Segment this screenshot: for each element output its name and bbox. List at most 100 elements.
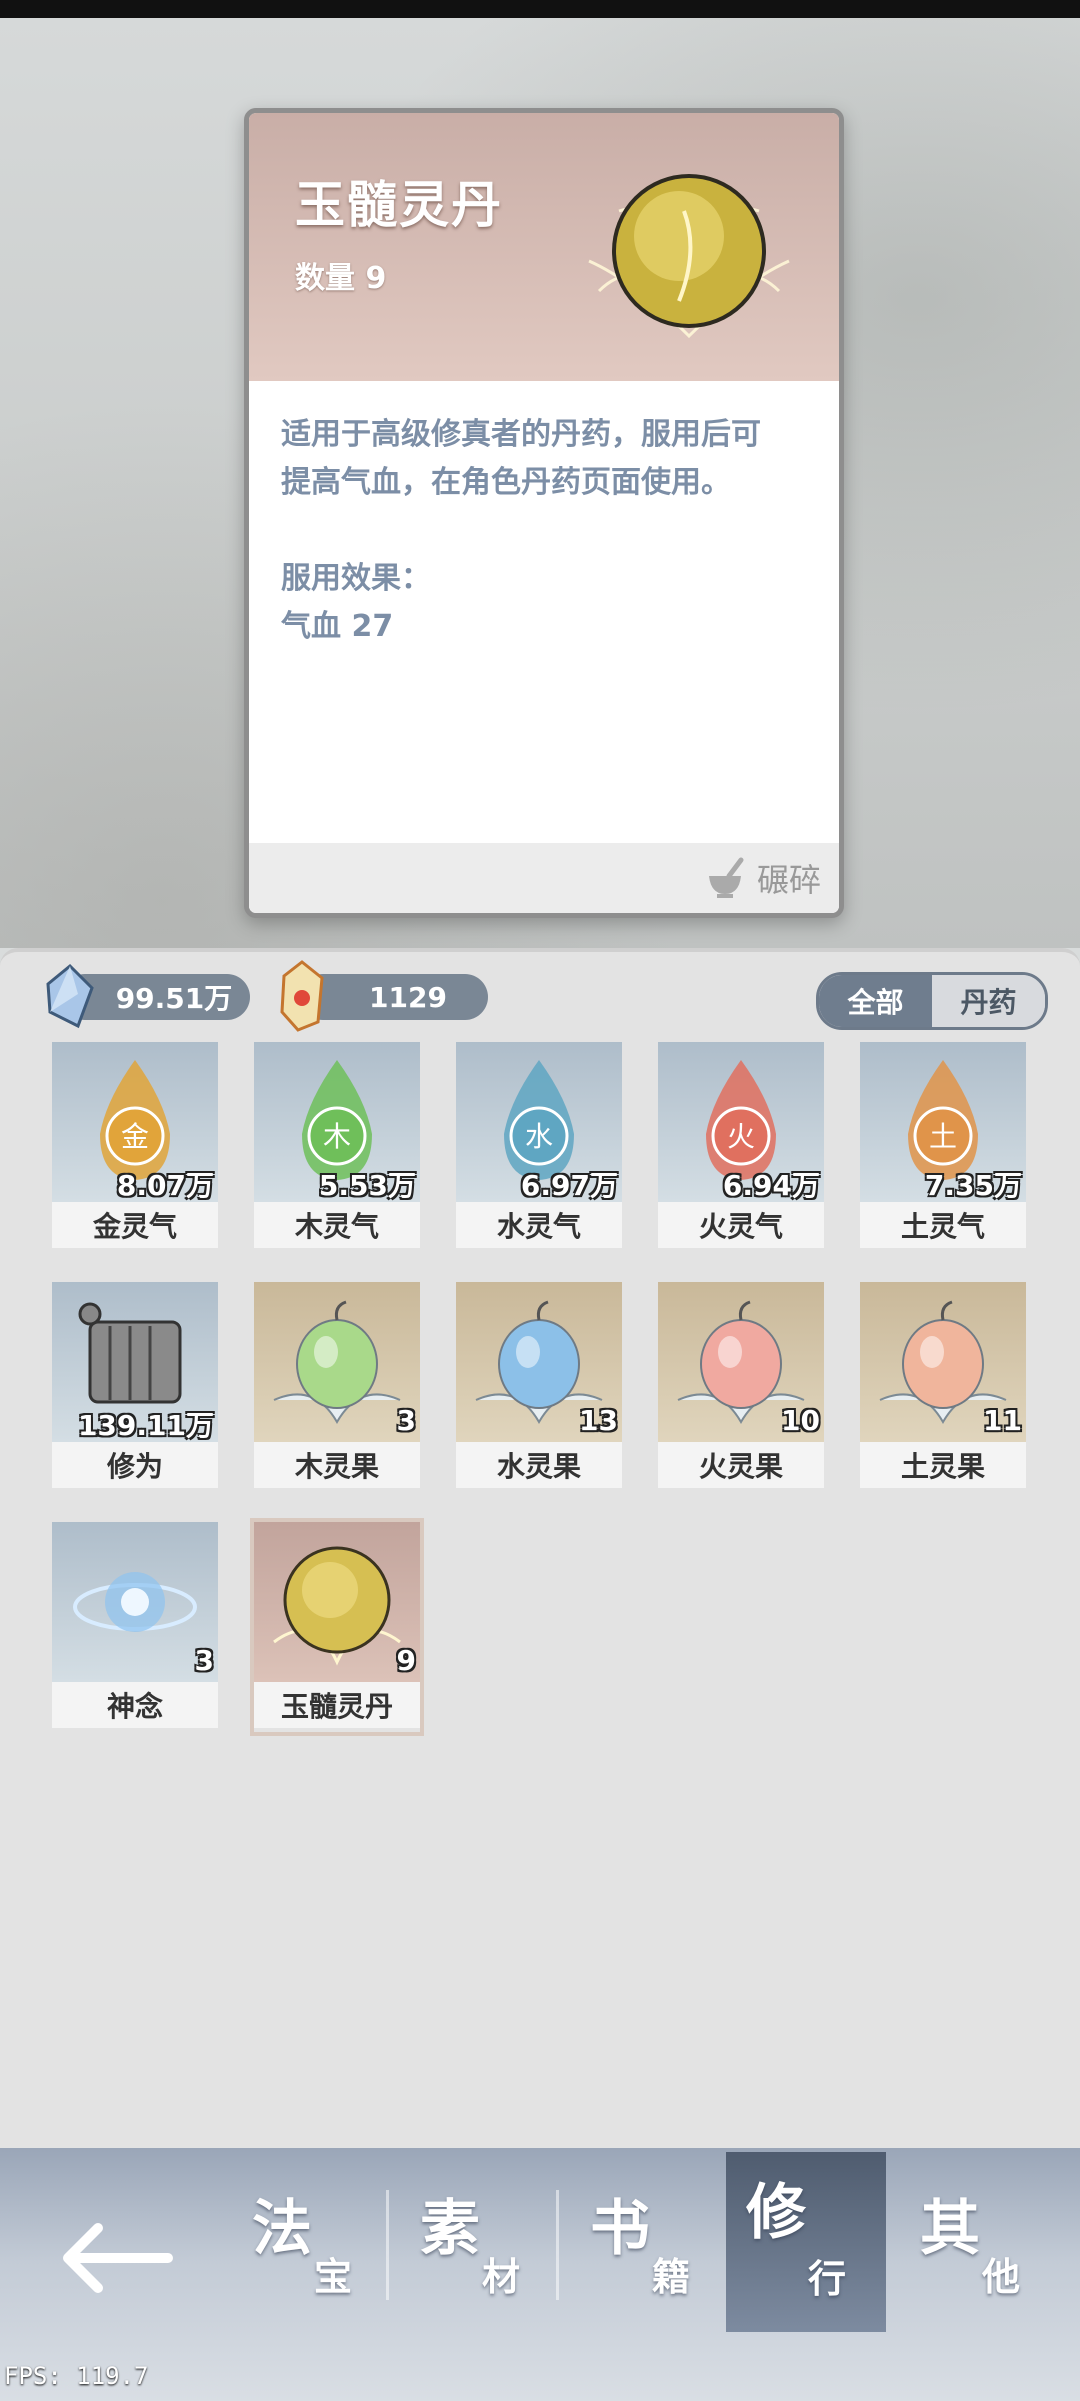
mortar-icon bbox=[708, 857, 744, 898]
nav-tab-books[interactable]: 书 籍 bbox=[570, 2168, 730, 2318]
nav-tab-main: 书 bbox=[590, 2194, 650, 2264]
item-slot[interactable]: 13 水灵果 bbox=[456, 1282, 622, 1492]
inventory-panel: 99.51万 1129 全部 丹药 金 8.07万 金灵气 木 5.53万 木灵气 水 6.9… bbox=[0, 948, 1080, 2152]
description-line: 适用于高级修真者的丹药，服用后可 bbox=[281, 417, 761, 452]
spirit-swirl-icon bbox=[73, 1572, 197, 1632]
nav-tab-main: 法 bbox=[252, 2194, 312, 2264]
item-count: 3 bbox=[194, 1644, 214, 1677]
item-picture: 3 bbox=[254, 1282, 420, 1442]
nav-tab-sub: 籍 bbox=[652, 2254, 691, 2299]
item-picture: 金 8.07万 bbox=[52, 1042, 218, 1202]
item-slot[interactable]: 火 6.94万 火灵气 bbox=[658, 1042, 824, 1252]
item-name: 火灵气 bbox=[658, 1202, 824, 1248]
filter-pill-tab[interactable]: 丹药 bbox=[932, 975, 1045, 1027]
item-count: 5.53万 bbox=[318, 1169, 416, 1202]
item-picture: 11 bbox=[860, 1282, 1026, 1442]
jade-pill-icon bbox=[588, 174, 790, 339]
item-slot[interactable]: 金 8.07万 金灵气 bbox=[52, 1042, 218, 1252]
item-slot[interactable]: 139.11万 修为 bbox=[52, 1282, 218, 1492]
item-name: 玉髓灵丹 bbox=[254, 1682, 420, 1728]
item-name: 木灵气 bbox=[254, 1202, 420, 1248]
item-picture: 土 7.35万 bbox=[860, 1042, 1026, 1202]
grind-label: 碾碎 bbox=[756, 861, 821, 899]
svg-text:金: 金 bbox=[121, 1120, 149, 1153]
item-slot[interactable]: 木 5.53万 木灵气 bbox=[254, 1042, 420, 1252]
jade-pill-icon bbox=[273, 1546, 401, 1666]
item-count: 6.94万 bbox=[722, 1169, 820, 1202]
item-count: 6.97万 bbox=[520, 1169, 618, 1202]
item-count: 11 bbox=[983, 1404, 1022, 1437]
effect-title: 服用效果： bbox=[281, 561, 431, 596]
nav-divider bbox=[556, 2190, 559, 2300]
item-slot[interactable]: 土 7.35万 土灵气 bbox=[860, 1042, 1026, 1252]
fps-counter: FPS: 119.7 bbox=[4, 2362, 149, 2390]
item-picture: 10 bbox=[658, 1282, 824, 1442]
item-quantity: 数量 9 bbox=[295, 261, 387, 296]
item-detail-header: 玉髓灵丹 数量 9 bbox=[249, 113, 839, 381]
item-slot[interactable]: 3 木灵果 bbox=[254, 1282, 420, 1492]
item-count: 8.07万 bbox=[116, 1169, 214, 1202]
back-arrow-icon[interactable] bbox=[58, 2218, 178, 2298]
item-count: 7.35万 bbox=[924, 1169, 1022, 1202]
item-slot[interactable]: 10 火灵果 bbox=[658, 1282, 824, 1492]
item-picture: 火 6.94万 bbox=[658, 1042, 824, 1202]
item-filter: 全部 丹药 bbox=[816, 972, 1048, 1030]
item-name: 金灵气 bbox=[52, 1202, 218, 1248]
card-footer: 碾碎 bbox=[249, 843, 839, 913]
talisman-gem-counter: 1129 bbox=[300, 974, 488, 1020]
item-picture: 13 bbox=[456, 1282, 622, 1442]
item-slot[interactable]: 9 玉髓灵丹 bbox=[250, 1518, 424, 1736]
talisman-gem-value: 1129 bbox=[369, 980, 447, 1014]
nav-tab-other[interactable]: 其 他 bbox=[900, 2168, 1060, 2318]
item-title: 玉髓灵丹 bbox=[295, 175, 503, 234]
item-slot[interactable]: 11 土灵果 bbox=[860, 1282, 1026, 1492]
nav-tab-main: 素 bbox=[420, 2194, 480, 2264]
grind-button[interactable]: 碾碎 bbox=[703, 851, 821, 905]
item-name: 水灵气 bbox=[456, 1202, 622, 1248]
nav-tab-main: 修 bbox=[746, 2178, 806, 2248]
talisman-gem-icon bbox=[280, 960, 324, 1032]
nav-tab-treasure[interactable]: 法 宝 bbox=[232, 2168, 392, 2318]
item-name: 土灵果 bbox=[860, 1442, 1026, 1488]
nav-tab-cultivation[interactable]: 修 行 bbox=[726, 2152, 886, 2332]
item-count: 9 bbox=[396, 1644, 416, 1677]
item-picture: 水 6.97万 bbox=[456, 1042, 622, 1202]
item-name: 土灵气 bbox=[860, 1202, 1026, 1248]
item-name: 神念 bbox=[52, 1682, 218, 1728]
nav-tab-sub: 行 bbox=[808, 2256, 847, 2301]
item-count: 3 bbox=[396, 1404, 416, 1437]
spirit-crystal-value: 99.51万 bbox=[115, 982, 233, 1015]
item-count: 10 bbox=[781, 1404, 820, 1437]
item-name: 水灵果 bbox=[456, 1442, 622, 1488]
item-picture: 139.11万 bbox=[52, 1282, 218, 1442]
item-count: 139.11万 bbox=[77, 1409, 214, 1442]
item-description: 适用于高级修真者的丹药，服用后可 提高气血，在角色丹药页面使用。 bbox=[281, 411, 811, 507]
nav-tab-main: 其 bbox=[920, 2194, 980, 2264]
svg-text:木: 木 bbox=[323, 1120, 351, 1153]
spirit-crystal-icon bbox=[46, 964, 94, 1029]
status-bar bbox=[0, 0, 1080, 18]
nav-tab-sub: 他 bbox=[982, 2254, 1021, 2299]
nav-divider bbox=[386, 2190, 389, 2300]
item-count: 13 bbox=[579, 1404, 618, 1437]
item-name: 修为 bbox=[52, 1442, 218, 1488]
description-line: 提高气血，在角色丹药页面使用。 bbox=[281, 465, 731, 500]
nav-tab-sub: 材 bbox=[482, 2254, 521, 2299]
svg-text:水: 水 bbox=[525, 1120, 553, 1153]
wood-fruit-icon bbox=[273, 1300, 401, 1425]
item-slot[interactable]: 水 6.97万 水灵气 bbox=[456, 1042, 622, 1252]
nav-tab-materials[interactable]: 素 材 bbox=[400, 2168, 560, 2318]
effect-value: 气血 27 bbox=[281, 609, 394, 644]
svg-text:土: 土 bbox=[929, 1120, 957, 1153]
item-detail-card: 玉髓灵丹 数量 9 适用于高级修真者的丹药，服用后可 提高气血，在角色丹药页面使… bbox=[244, 108, 844, 918]
item-picture: 木 5.53万 bbox=[254, 1042, 420, 1202]
item-name: 火灵果 bbox=[658, 1442, 824, 1488]
item-picture: 9 bbox=[254, 1522, 420, 1682]
item-picture: 3 bbox=[52, 1522, 218, 1682]
item-slot[interactable]: 3 神念 bbox=[52, 1522, 218, 1732]
filter-all-tab[interactable]: 全部 bbox=[819, 975, 932, 1027]
bottom-nav: 法 宝 素 材 书 籍 修 行 其 他 bbox=[0, 2148, 1080, 2401]
svg-text:火: 火 bbox=[727, 1120, 755, 1153]
item-name: 木灵果 bbox=[254, 1442, 420, 1488]
nav-tab-sub: 宝 bbox=[314, 2254, 353, 2299]
